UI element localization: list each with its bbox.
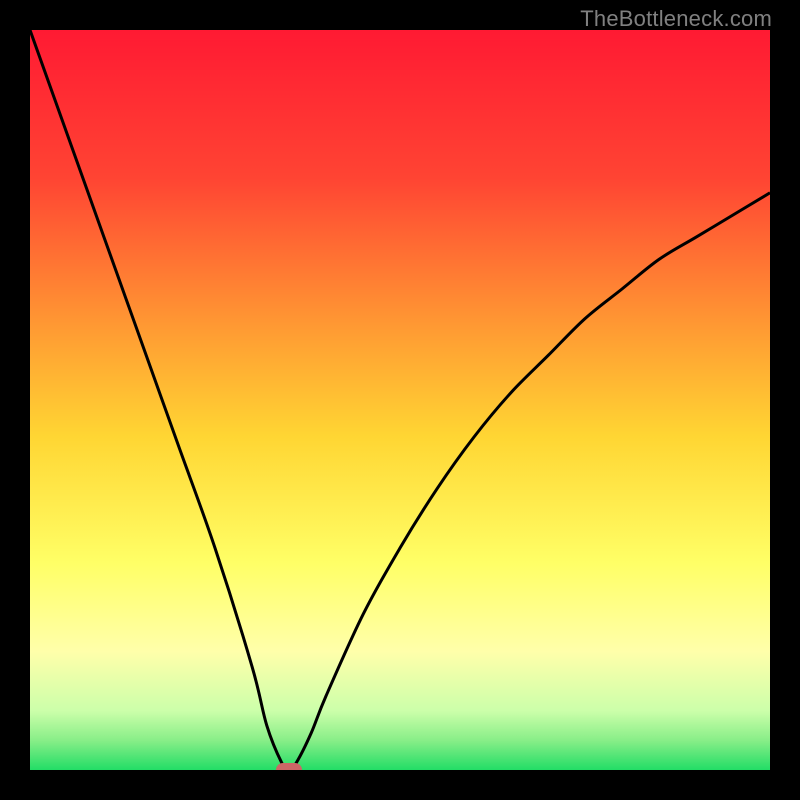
plot-area xyxy=(30,30,770,770)
chart-frame: TheBottleneck.com xyxy=(0,0,800,800)
curve-layer xyxy=(30,30,770,770)
minimum-marker xyxy=(276,763,302,770)
bottleneck-curve xyxy=(30,30,770,770)
watermark-text: TheBottleneck.com xyxy=(580,6,772,32)
